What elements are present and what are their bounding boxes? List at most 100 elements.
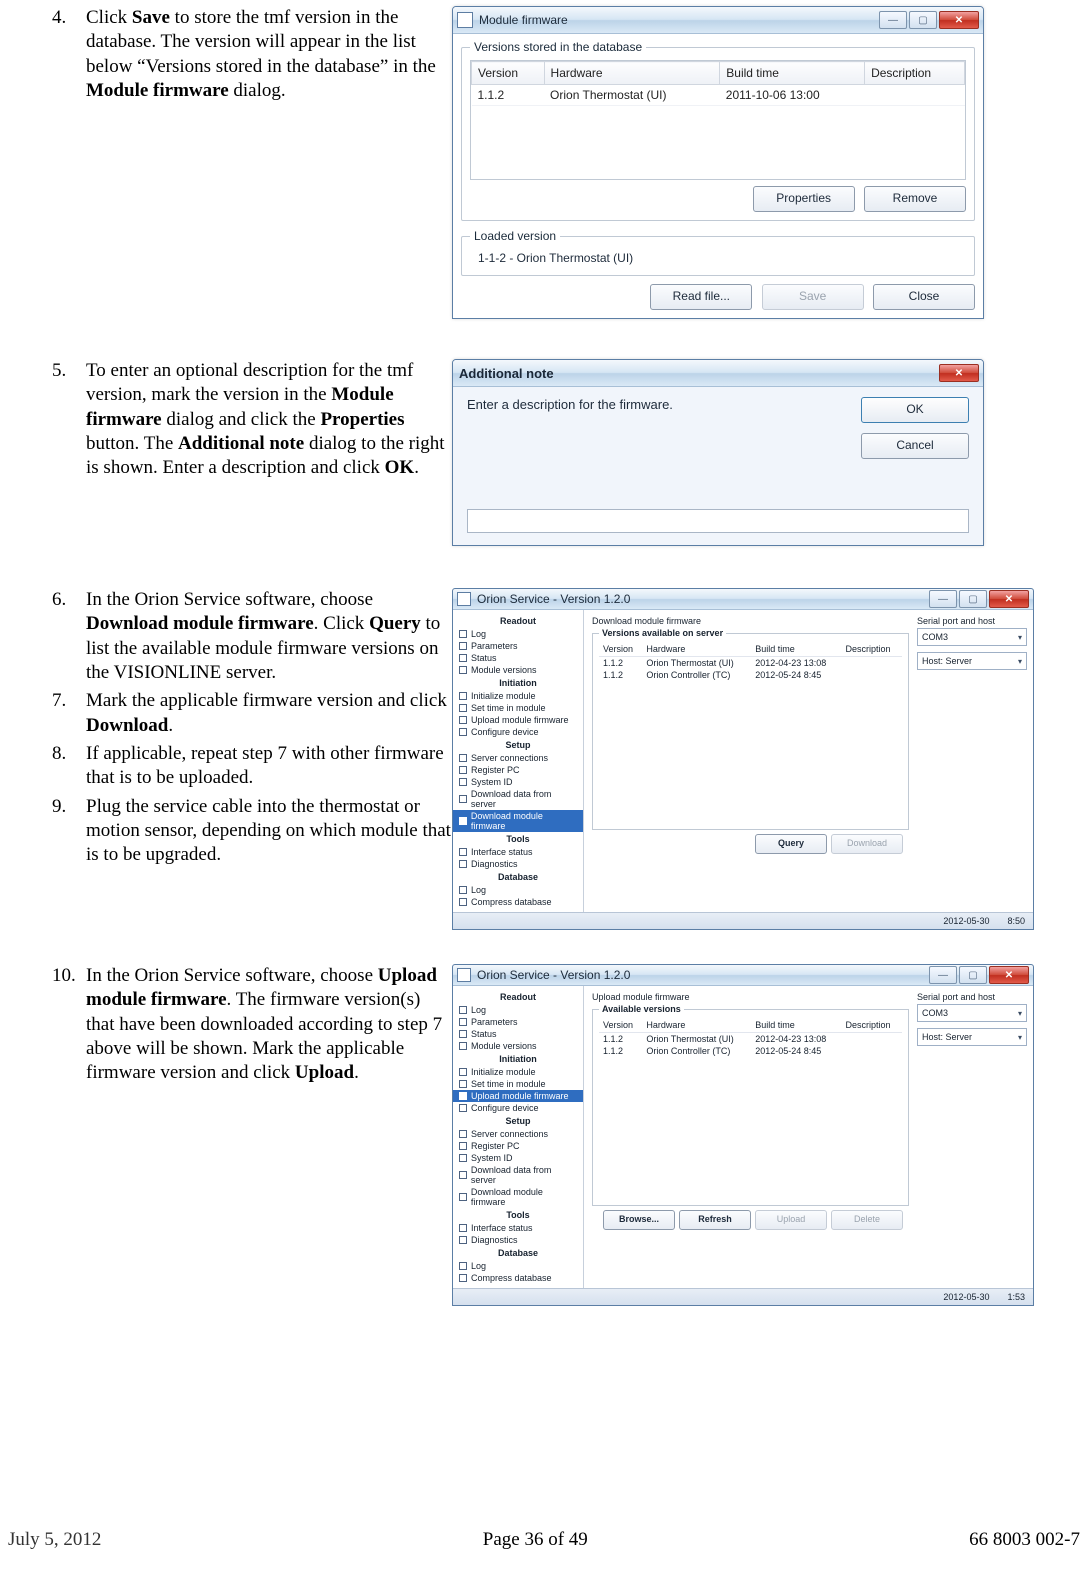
table-row[interactable]: 1.1.2Orion Thermostat (UI)2012-04-23 13:… <box>599 657 902 670</box>
minimize-button[interactable]: — <box>929 966 957 984</box>
table-row[interactable]: 1.1.2Orion Thermostat (UI)2012-04-23 13:… <box>599 1033 902 1046</box>
sidebar-item[interactable]: Download data from server <box>453 788 583 810</box>
bullet-icon <box>459 654 467 662</box>
sidebar-item[interactable]: Upload module firmware <box>453 1090 583 1102</box>
sidebar-item[interactable]: Module versions <box>453 664 583 676</box>
sidebar-item[interactable]: Interface status <box>453 846 583 858</box>
chevron-down-icon: ▾ <box>1018 657 1022 666</box>
orion-service-titlebar[interactable]: Orion Service - Version 1.2.0—▢✕ <box>453 965 1033 986</box>
versions-table[interactable]: VersionHardwareBuild timeDescription1.1.… <box>599 642 902 681</box>
right-panel: Serial port and hostCOM3▾Host: Server▾ <box>917 610 1033 912</box>
close-button[interactable]: ✕ <box>939 11 979 29</box>
maximize-button[interactable]: ▢ <box>909 11 937 29</box>
sidebar-item[interactable]: Download data from server <box>453 1164 583 1186</box>
sidebar-item[interactable]: Log <box>453 1260 583 1272</box>
maximize-button[interactable]: ▢ <box>959 966 987 984</box>
bullet-icon <box>459 692 467 700</box>
bullet-icon <box>459 860 467 868</box>
sidebar-item[interactable]: Log <box>453 884 583 896</box>
sidebar-item[interactable]: Module versions <box>453 1040 583 1052</box>
bullet-icon <box>459 1193 467 1201</box>
col-hardware[interactable]: Hardware <box>544 62 720 85</box>
footer-date: July 5, 2012 <box>8 1529 101 1551</box>
sidebar-item[interactable]: Upload module firmware <box>453 714 583 726</box>
orion-service-titlebar[interactable]: Orion Service - Version 1.2.0—▢✕ <box>453 589 1033 610</box>
col-buildtime[interactable]: Build time <box>720 62 865 85</box>
additional-note-titlebar[interactable]: Additional note ✕ <box>453 360 983 387</box>
sidebar-item[interactable]: Diagnostics <box>453 858 583 870</box>
bullet-icon <box>459 754 467 762</box>
read-file-button[interactable]: Read file... <box>650 284 752 310</box>
sidebar-item[interactable]: Compress database <box>453 896 583 908</box>
sidebar-item[interactable]: Set time in module <box>453 1078 583 1090</box>
col-description[interactable]: Description <box>865 62 965 85</box>
sidebar-item[interactable]: Status <box>453 652 583 664</box>
sidebar-category: Tools <box>453 1208 583 1222</box>
upload-button[interactable]: Upload <box>755 1210 827 1230</box>
host-combo[interactable]: Host: Server▾ <box>917 1028 1027 1046</box>
module-firmware-titlebar[interactable]: Module firmware — ▢ ✕ <box>453 7 983 34</box>
close-button[interactable]: ✕ <box>989 590 1029 608</box>
serial-port-combo[interactable]: COM3▾ <box>917 628 1027 646</box>
sidebar-item[interactable]: Set time in module <box>453 702 583 714</box>
minimize-button[interactable]: — <box>929 590 957 608</box>
remove-button[interactable]: Remove <box>864 186 966 212</box>
close-button-2[interactable]: Close <box>873 284 975 310</box>
sidebar-item[interactable]: Parameters <box>453 1016 583 1028</box>
sidebar-item[interactable]: Initialize module <box>453 690 583 702</box>
sidebar-item[interactable]: Download module firmware <box>453 810 583 832</box>
bullet-icon <box>459 716 467 724</box>
download-button[interactable]: Download <box>831 834 903 854</box>
step-5-text: To enter an optional description for the… <box>86 359 452 481</box>
table-row[interactable]: 1.1.2Orion Controller (TC)2012-05-24 8:4… <box>599 669 902 681</box>
description-input[interactable] <box>467 509 969 533</box>
delete-button[interactable]: Delete <box>831 1210 903 1230</box>
step-10-text: In the Orion Service software, choose Up… <box>86 964 452 1086</box>
sidebar-item[interactable]: Interface status <box>453 1222 583 1234</box>
sidebar-item[interactable]: Log <box>453 628 583 640</box>
host-combo[interactable]: Host: Server▾ <box>917 652 1027 670</box>
sidebar-item[interactable]: Server connections <box>453 752 583 764</box>
sidebar-item[interactable]: Diagnostics <box>453 1234 583 1246</box>
sidebar-item[interactable]: Compress database <box>453 1272 583 1284</box>
step-6-text: In the Orion Service software, choose Do… <box>86 588 452 685</box>
sidebar-item[interactable]: Download module firmware <box>453 1186 583 1208</box>
sidebar-item[interactable]: Register PC <box>453 764 583 776</box>
refresh-button[interactable]: Refresh <box>679 1210 751 1230</box>
sidebar-item[interactable]: Parameters <box>453 640 583 652</box>
close-icon[interactable]: ✕ <box>939 364 979 382</box>
cancel-button[interactable]: Cancel <box>861 433 969 459</box>
chevron-down-icon: ▾ <box>1018 1033 1022 1042</box>
properties-button[interactable]: Properties <box>753 186 855 212</box>
loaded-version-legend: Loaded version <box>470 229 560 243</box>
table-row[interactable]: 1.1.2Orion Controller (TC)2012-05-24 8:4… <box>599 1045 902 1057</box>
sidebar-item[interactable]: Register PC <box>453 1140 583 1152</box>
sidebar-item[interactable]: System ID <box>453 1152 583 1164</box>
table-row[interactable]: 1.1.2 Orion Thermostat (UI) 2011-10-06 1… <box>472 85 965 106</box>
sidebar-item[interactable]: Log <box>453 1004 583 1016</box>
bullet-icon <box>459 666 467 674</box>
browse-button[interactable]: Browse... <box>603 1210 675 1230</box>
serial-port-combo[interactable]: COM3▾ <box>917 1004 1027 1022</box>
query-button[interactable]: Query <box>755 834 827 854</box>
bullet-icon <box>459 1171 467 1179</box>
col-version[interactable]: Version <box>472 62 545 85</box>
minimize-button[interactable]: — <box>879 11 907 29</box>
footer-page: Page 36 of 49 <box>483 1529 588 1551</box>
sidebar-item[interactable]: Configure device <box>453 1102 583 1114</box>
sidebar-item[interactable]: Configure device <box>453 726 583 738</box>
sidebar-category: Tools <box>453 832 583 846</box>
sidebar-item[interactable]: Server connections <box>453 1128 583 1140</box>
bullet-icon <box>459 1224 467 1232</box>
sidebar-item[interactable]: Initialize module <box>453 1066 583 1078</box>
versions-table[interactable]: Version Hardware Build time Description … <box>470 60 966 180</box>
sidebar-category: Database <box>453 870 583 884</box>
ok-button[interactable]: OK <box>861 397 969 423</box>
bullet-icon <box>459 704 467 712</box>
sidebar-item[interactable]: Status <box>453 1028 583 1040</box>
close-button[interactable]: ✕ <box>989 966 1029 984</box>
versions-table[interactable]: VersionHardwareBuild timeDescription1.1.… <box>599 1018 902 1057</box>
save-button[interactable]: Save <box>762 284 864 310</box>
maximize-button[interactable]: ▢ <box>959 590 987 608</box>
sidebar-item[interactable]: System ID <box>453 776 583 788</box>
